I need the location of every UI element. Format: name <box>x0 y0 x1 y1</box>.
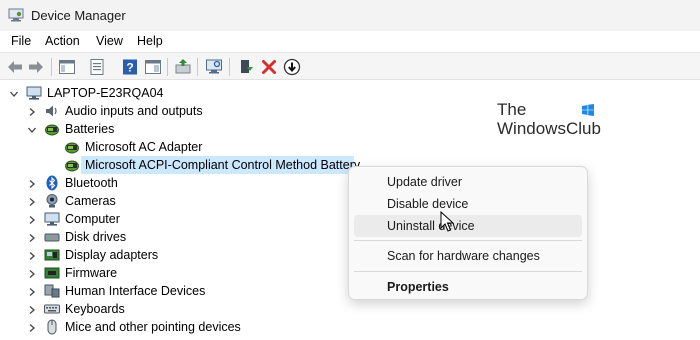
ctx-label: Properties <box>387 280 449 294</box>
tree-item-display-adapters[interactable]: Display adapters <box>0 246 300 264</box>
ctx-update-driver[interactable]: Update driver <box>354 171 582 193</box>
menu-bar: File Action View Help <box>0 31 700 52</box>
ctx-label: Update driver <box>387 175 463 189</box>
chevron-right-icon[interactable] <box>27 178 37 188</box>
ctx-properties[interactable]: Properties <box>354 276 582 298</box>
chevron-right-icon[interactable] <box>27 196 37 206</box>
toolbar-separator <box>229 58 230 76</box>
mouse-pointer-icon <box>440 210 455 233</box>
tree-item-acpi-battery[interactable]: Microsoft ACPI-Compliant Control Method … <box>0 156 360 174</box>
battery-icon <box>64 157 80 173</box>
download-driver-icon[interactable] <box>283 58 301 76</box>
menu-view[interactable]: View <box>96 34 123 48</box>
menu-file[interactable]: File <box>11 34 31 48</box>
update-driver-icon[interactable] <box>174 58 192 76</box>
context-menu: Update driver Disable device Uninstall d… <box>348 166 588 300</box>
toolbar-separator <box>197 58 198 76</box>
chevron-right-icon[interactable] <box>27 286 37 296</box>
chevron-down-icon[interactable] <box>27 124 37 134</box>
hid-icon <box>44 283 60 299</box>
watermark-logo: The WindowsClub <box>497 100 607 140</box>
mouse-icon <box>44 319 60 335</box>
back-arrow-icon[interactable] <box>6 58 24 76</box>
tree-item-label: Disk drives <box>65 230 127 244</box>
properties-icon[interactable] <box>88 58 106 76</box>
tree-item-firmware[interactable]: Firmware <box>0 264 300 282</box>
battery-icon <box>64 139 80 155</box>
action-pane-icon[interactable] <box>144 58 162 76</box>
menu-action[interactable]: Action <box>45 34 80 48</box>
forward-arrow-icon[interactable] <box>27 58 45 76</box>
scan-hardware-icon[interactable] <box>205 58 223 76</box>
battery-icon <box>44 121 60 137</box>
tree-item-label: Microsoft ACPI-Compliant Control Method … <box>85 158 361 172</box>
chevron-right-icon[interactable] <box>27 322 37 332</box>
tree-item-label: Batteries <box>65 122 115 136</box>
tree-item-hid[interactable]: Human Interface Devices <box>0 282 300 300</box>
enable-device-icon[interactable] <box>237 58 255 76</box>
menu-help[interactable]: Help <box>137 34 163 48</box>
ctx-label: Uninstall device <box>387 219 475 233</box>
toolbar: ? <box>0 52 700 80</box>
ctx-scan-hardware[interactable]: Scan for hardware changes <box>354 245 582 267</box>
tree-root[interactable]: LAPTOP-E23RQA04 <box>0 84 300 102</box>
tree-item-computer[interactable]: Computer <box>0 210 300 228</box>
tree-item-label: Cameras <box>65 194 116 208</box>
title-bar: Device Manager <box>0 0 700 31</box>
tree-item-label: Computer <box>65 212 120 226</box>
windows-logo-icon <box>581 103 595 117</box>
tree-item-label: Microsoft AC Adapter <box>85 140 203 154</box>
ctx-separator <box>354 240 582 241</box>
tree-item-mice[interactable]: Mice and other pointing devices <box>0 318 300 336</box>
tree-item-bluetooth[interactable]: Bluetooth <box>0 174 300 192</box>
ctx-separator <box>354 271 582 272</box>
chevron-down-icon[interactable] <box>9 88 19 98</box>
disk-drive-icon <box>44 229 60 245</box>
chevron-right-icon[interactable] <box>27 304 37 314</box>
tree-item-label: Firmware <box>65 266 118 280</box>
camera-icon <box>44 193 60 209</box>
svg-text:?: ? <box>126 61 133 75</box>
ctx-label: Scan for hardware changes <box>387 249 540 263</box>
tree-root-label: LAPTOP-E23RQA04 <box>47 86 164 100</box>
computer-icon <box>44 211 60 227</box>
window-title: Device Manager <box>31 8 126 23</box>
bluetooth-icon <box>44 175 60 191</box>
keyboard-icon <box>44 301 60 317</box>
tree-item-disk-drives[interactable]: Disk drives <box>0 228 300 246</box>
chevron-right-icon[interactable] <box>27 250 37 260</box>
tree-item-label: Bluetooth <box>65 176 118 190</box>
watermark-line1: The <box>497 100 527 119</box>
watermark-line2: WindowsClub <box>497 119 601 138</box>
computer-icon <box>26 85 42 101</box>
ctx-uninstall-device[interactable]: Uninstall device <box>354 215 582 237</box>
toolbar-separator <box>167 58 168 76</box>
tree-item-label: Display adapters <box>65 248 159 262</box>
chevron-right-icon[interactable] <box>27 214 37 224</box>
tree-item-keyboards[interactable]: Keyboards <box>0 300 300 318</box>
uninstall-x-icon[interactable] <box>260 58 278 76</box>
help-icon[interactable]: ? <box>121 58 139 76</box>
chevron-right-icon[interactable] <box>27 232 37 242</box>
ctx-disable-device[interactable]: Disable device <box>354 193 582 215</box>
tree-item-label: Human Interface Devices <box>65 284 206 298</box>
tree-item-audio[interactable]: Audio inputs and outputs <box>0 102 300 120</box>
tree-item-label: Audio inputs and outputs <box>65 104 203 118</box>
chevron-right-icon[interactable] <box>27 268 37 278</box>
tree-item-ac-adapter[interactable]: Microsoft AC Adapter <box>0 138 300 156</box>
chevron-right-icon[interactable] <box>27 106 37 116</box>
device-manager-icon <box>8 8 24 22</box>
toolbar-separator <box>51 58 52 76</box>
tree-item-cameras[interactable]: Cameras <box>0 192 300 210</box>
display-adapter-icon <box>44 247 60 263</box>
speaker-icon <box>44 103 60 119</box>
tree-item-label: Mice and other pointing devices <box>65 320 241 334</box>
tree-item-batteries[interactable]: Batteries <box>0 120 300 138</box>
tree-item-label: Keyboards <box>65 302 125 316</box>
ctx-label: Disable device <box>387 197 469 211</box>
firmware-icon <box>44 265 60 281</box>
show-hide-console-tree-icon[interactable] <box>58 58 76 76</box>
